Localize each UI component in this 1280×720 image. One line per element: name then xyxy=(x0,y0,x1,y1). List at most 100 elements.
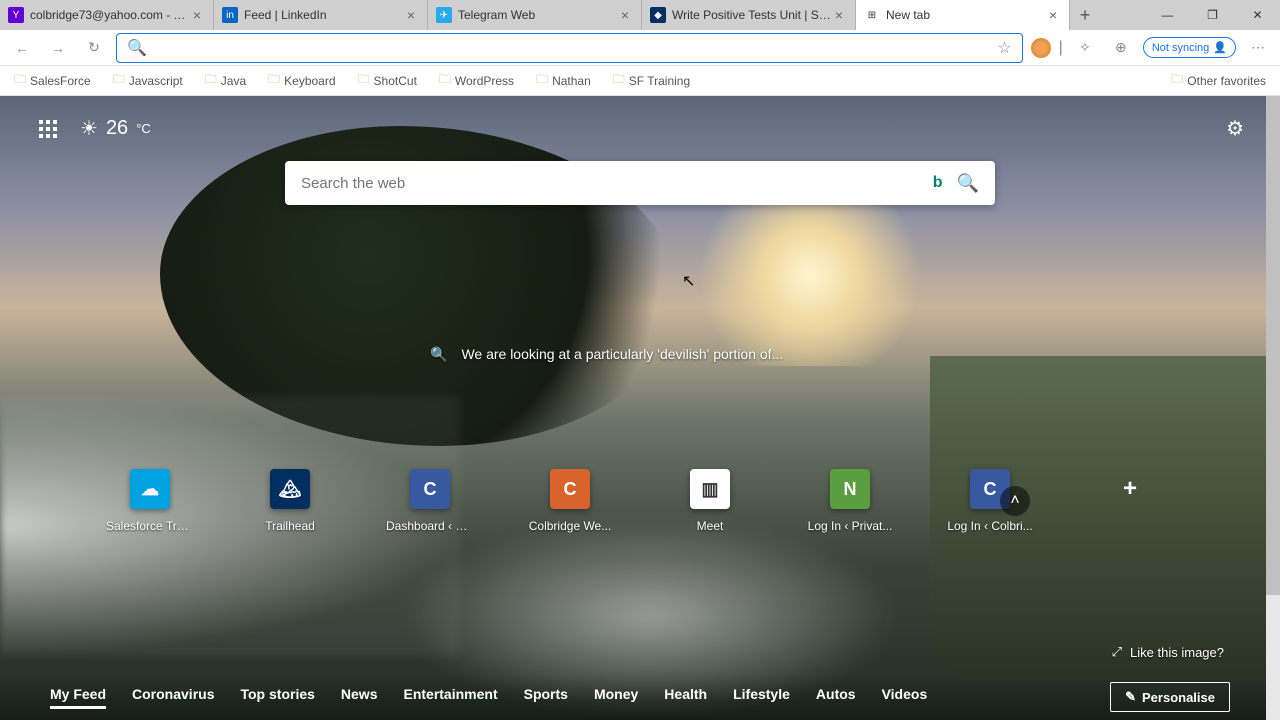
profile-sync-button[interactable]: Not syncing 👤 xyxy=(1143,37,1236,58)
feed-tab[interactable]: Sports xyxy=(524,686,568,709)
folder-icon: 🗀 xyxy=(205,70,217,91)
scrollbar[interactable] xyxy=(1266,96,1280,720)
search-input[interactable] xyxy=(301,175,933,192)
bookmark-folder[interactable]: 🗀Nathan xyxy=(532,68,595,93)
bookmark-folder[interactable]: 🗀Javascript xyxy=(109,68,187,93)
tile-icon: N xyxy=(830,469,870,509)
other-favorites-button[interactable]: 🗀 Other favorites xyxy=(1167,68,1270,93)
add-tile-button[interactable]: + xyxy=(1093,469,1167,533)
quick-link-tile[interactable]: 🏔Trailhead xyxy=(253,469,327,533)
feed-tab[interactable]: Videos xyxy=(882,686,928,709)
tab-1[interactable]: in Feed | LinkedIn× xyxy=(214,0,428,30)
close-icon[interactable]: × xyxy=(189,7,205,23)
folder-icon: 🗀 xyxy=(536,70,548,91)
bookmark-folder[interactable]: 🗀Keyboard xyxy=(264,68,339,93)
weather-unit: °C xyxy=(136,121,151,136)
page-settings-icon[interactable]: ⚙ xyxy=(1226,116,1244,141)
feed-tab[interactable]: News xyxy=(341,686,378,709)
bookmark-folder[interactable]: 🗀WordPress xyxy=(435,68,518,93)
collections-button[interactable]: ⊕ xyxy=(1107,34,1135,62)
scroll-up-button[interactable]: ˄ xyxy=(1000,486,1030,516)
address-bar[interactable]: 🔍 ☆ xyxy=(116,33,1023,63)
favorites-button[interactable]: ✧ xyxy=(1071,34,1099,62)
tab-favicon-icon: ✈ xyxy=(436,7,452,23)
folder-icon: 🗀 xyxy=(439,70,451,91)
quick-link-tile[interactable]: CDashboard ‹ C... xyxy=(393,469,467,533)
feed-nav: My Feed Coronavirus Top stories News Enterta… xyxy=(0,674,1280,720)
tile-label: Dashboard ‹ C... xyxy=(386,519,474,533)
search-box[interactable]: b 🔍 xyxy=(285,161,995,205)
tile-label: Salesforce Trai... xyxy=(106,519,194,533)
favorite-star-icon[interactable]: ☆ xyxy=(997,38,1011,58)
feed-tab[interactable]: My Feed xyxy=(50,686,106,709)
tile-icon: C xyxy=(550,469,590,509)
tile-label: Colbridge We... xyxy=(526,519,614,533)
search-submit-icon[interactable]: 🔍 xyxy=(957,173,979,194)
bookmark-folder[interactable]: 🗀ShotCut xyxy=(354,68,421,93)
forward-button[interactable]: → xyxy=(44,34,72,62)
feed-tab[interactable]: Lifestyle xyxy=(733,686,790,709)
weather-temp: 26 xyxy=(106,117,128,140)
close-icon[interactable]: × xyxy=(617,7,633,23)
tile-icon: ☁ xyxy=(130,469,170,509)
weather-widget[interactable]: ☀ 26 °C xyxy=(80,116,151,141)
bing-logo-icon: b xyxy=(933,174,943,192)
extension-icon[interactable] xyxy=(1031,38,1051,58)
feed-tab[interactable]: Autos xyxy=(816,686,856,709)
bookmark-folder[interactable]: 🗀Java xyxy=(201,68,250,93)
quick-link-tile[interactable]: CColbridge We... xyxy=(533,469,607,533)
tab-strip: Ycolbridge73@yahoo.com - Yah× in Feed | Li… xyxy=(0,0,1280,30)
tab-favicon-icon: in xyxy=(222,7,238,23)
folder-icon: 🗀 xyxy=(14,70,26,91)
feed-tab[interactable]: Entertainment xyxy=(403,686,497,709)
tab-favicon-icon: Y xyxy=(8,7,24,23)
tile-icon: ▥ xyxy=(690,469,730,509)
new-tab-button[interactable]: + xyxy=(1070,0,1100,30)
search-icon: 🔍 xyxy=(127,38,147,58)
quick-links: ☁Salesforce Trai...🏔TrailheadCDashboard … xyxy=(0,469,1280,533)
tab-title: Write Positive Tests Unit | Sales xyxy=(672,8,831,22)
pencil-icon: ✎ xyxy=(1125,689,1136,705)
sun-icon: ☀ xyxy=(80,116,98,141)
like-image-link[interactable]: ⤢ Like this image? xyxy=(1112,644,1224,660)
feed-tab[interactable]: Coronavirus xyxy=(132,686,214,709)
quick-link-tile[interactable]: NLog In ‹ Privat... xyxy=(813,469,887,533)
bookmark-folder[interactable]: 🗀SalesForce xyxy=(10,68,95,93)
image-hint[interactable]: 🔍 We are looking at a particularly 'devi… xyxy=(430,345,850,363)
tab-title: Feed | LinkedIn xyxy=(244,8,403,22)
folder-icon: 🗀 xyxy=(1171,70,1183,91)
close-window-button[interactable]: ✕ xyxy=(1235,0,1280,30)
maximize-button[interactable]: ❐ xyxy=(1190,0,1235,30)
expand-icon: ⤢ xyxy=(1112,644,1122,660)
address-input[interactable] xyxy=(153,40,997,55)
tab-3[interactable]: ◆Write Positive Tests Unit | Sales× xyxy=(642,0,856,30)
tile-icon: 🏔 xyxy=(270,469,310,509)
feed-tab[interactable]: Money xyxy=(594,686,638,709)
minimize-button[interactable]: — xyxy=(1145,0,1190,30)
bookmark-folder[interactable]: 🗀SF Training xyxy=(609,68,694,93)
close-icon[interactable]: × xyxy=(403,7,419,23)
folder-icon: 🗀 xyxy=(268,70,280,91)
close-icon[interactable]: × xyxy=(831,7,847,23)
apps-grid-icon[interactable] xyxy=(36,117,60,141)
personalise-button[interactable]: ✎ Personalise xyxy=(1110,682,1230,712)
folder-icon: 🗀 xyxy=(113,70,125,91)
tab-0[interactable]: Ycolbridge73@yahoo.com - Yah× xyxy=(0,0,214,30)
toolbar: ← → ↻ 🔍 ☆ | ✧ ⊕ Not syncing 👤 ⋯ xyxy=(0,30,1280,66)
image-hint-text: We are looking at a particularly 'devili… xyxy=(461,345,783,363)
profile-avatar-icon: 👤 xyxy=(1213,41,1227,54)
sync-label: Not syncing xyxy=(1152,42,1209,54)
folder-icon: 🗀 xyxy=(358,70,370,91)
tab-4[interactable]: ⊞New tab× xyxy=(856,0,1070,30)
close-icon[interactable]: × xyxy=(1045,7,1061,23)
back-button[interactable]: ← xyxy=(8,34,36,62)
quick-link-tile[interactable]: ▥Meet xyxy=(673,469,747,533)
menu-button[interactable]: ⋯ xyxy=(1244,34,1272,62)
tile-label: Meet xyxy=(666,519,754,533)
quick-link-tile[interactable]: ☁Salesforce Trai... xyxy=(113,469,187,533)
tile-label: Log In ‹ Colbri... xyxy=(946,519,1034,533)
tab-2[interactable]: ✈Telegram Web× xyxy=(428,0,642,30)
feed-tab[interactable]: Health xyxy=(664,686,707,709)
feed-tab[interactable]: Top stories xyxy=(240,686,314,709)
refresh-button[interactable]: ↻ xyxy=(80,34,108,62)
